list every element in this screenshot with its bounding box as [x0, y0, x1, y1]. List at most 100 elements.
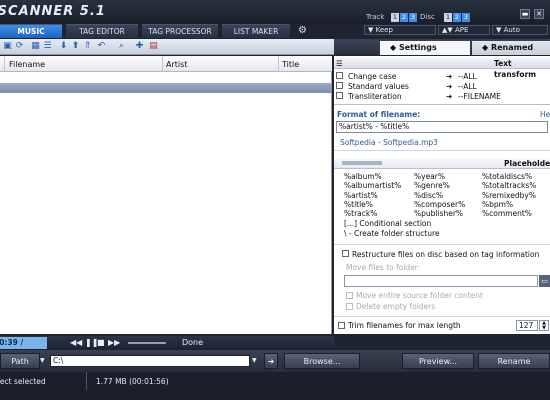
- arrow-down-icon: ▲▼: [442, 26, 455, 34]
- standard-values-checkbox[interactable]: [336, 82, 343, 89]
- restructure-checkbox[interactable]: [342, 250, 349, 259]
- divider: [334, 150, 550, 151]
- path-input[interactable]: C:\: [50, 355, 250, 367]
- placeholder-item[interactable]: %totaltracks%: [482, 181, 536, 190]
- folder-hint: \ - Create folder structure: [344, 229, 440, 238]
- placeholder-item[interactable]: %album%: [344, 172, 401, 181]
- grid-icon[interactable]: ▦: [30, 41, 41, 52]
- list-item[interactable]: Transliteration ➜ --FILENAME: [336, 92, 548, 102]
- delete-empty-label: Delete empty folders: [356, 302, 436, 311]
- transliteration-checkbox[interactable]: [336, 92, 343, 99]
- help-link[interactable]: Help: [540, 110, 550, 119]
- list-item[interactable]: Standard values ➜ --ALL: [336, 82, 548, 92]
- move-top-icon[interactable]: ⇑: [82, 41, 93, 52]
- tab-renamed[interactable]: ◆ Renamed: [472, 41, 550, 55]
- search-icon[interactable]: ⌕: [116, 41, 127, 52]
- conditional-hint: [...] Conditional section: [344, 219, 432, 228]
- path-select[interactable]: Path: [0, 353, 40, 369]
- menu-icon[interactable]: ☰: [336, 58, 343, 69]
- placeholder-item[interactable]: %publisher%: [414, 209, 465, 218]
- keep-value: Keep: [375, 26, 393, 34]
- track-selector[interactable]: 123: [391, 12, 418, 22]
- fast-forward-icon[interactable]: ▶▶: [108, 338, 120, 348]
- settings-gear-icon[interactable]: ⚙: [298, 25, 307, 36]
- tab-music-renamer[interactable]: Music Renamer: [0, 24, 62, 50]
- track-num-2[interactable]: 2: [400, 13, 408, 22]
- selected-status: 1 Object selected: [0, 377, 46, 386]
- preview-button[interactable]: Preview...: [402, 353, 474, 369]
- placeholder-item[interactable]: %albumartist%: [344, 181, 401, 190]
- tab-tag-editor[interactable]: Tag Editor: [66, 24, 138, 38]
- trim-stepper[interactable]: ▲ ▼: [539, 320, 549, 331]
- track-num-1[interactable]: 1: [391, 13, 399, 22]
- tools-icon[interactable]: ✚: [134, 41, 145, 52]
- time-display: 00:39 / 01:56: [0, 337, 47, 359]
- trim-length-input[interactable]: 127: [516, 320, 538, 331]
- disc-num-3[interactable]: 3: [462, 13, 470, 22]
- placeholder-item[interactable]: %year%: [414, 172, 465, 181]
- browse-folder-button[interactable]: ▭: [539, 275, 550, 287]
- refresh-icon[interactable]: ⟳: [14, 41, 25, 52]
- auto-select[interactable]: ▼ Auto: [492, 25, 548, 35]
- divider: [334, 316, 550, 317]
- image-icon[interactable]: ▤: [148, 41, 159, 52]
- change-case-checkbox[interactable]: [336, 72, 343, 79]
- move-folder-input[interactable]: [344, 275, 538, 287]
- column-artist[interactable]: Artist: [166, 60, 187, 69]
- placeholder-item[interactable]: %comment%: [482, 209, 536, 218]
- table-row[interactable]: [0, 83, 332, 93]
- placeholder-item[interactable]: %artist%: [344, 191, 401, 200]
- placeholder-item[interactable]: %track%: [344, 209, 401, 218]
- close-button[interactable]: ✕: [534, 9, 544, 19]
- column-separator: [278, 56, 279, 72]
- trim-checkbox[interactable]: [338, 322, 345, 331]
- tab-tag-processor[interactable]: Tag Processor: [142, 24, 218, 38]
- folder-icon[interactable]: ▣: [2, 41, 13, 52]
- track-num-3[interactable]: 3: [409, 13, 417, 22]
- disc-num-2[interactable]: 2: [453, 13, 461, 22]
- stop-icon[interactable]: ■: [97, 338, 105, 348]
- disc-selector[interactable]: 123: [444, 12, 471, 22]
- path-dropdown-icon[interactable]: ▼: [40, 355, 48, 367]
- column-filename[interactable]: Filename: [9, 60, 45, 69]
- collapse-icon[interactable]: [342, 161, 382, 165]
- placeholder-item[interactable]: %totaldiscs%: [482, 172, 536, 181]
- placeholder-item[interactable]: %title%: [344, 200, 401, 209]
- format-input[interactable]: %artist% - %title%: [336, 121, 548, 133]
- arrow-right-icon: ➜: [446, 92, 453, 101]
- tab-settings[interactable]: ◆ Settings: [380, 41, 470, 55]
- list-icon[interactable]: ☰: [42, 41, 53, 52]
- move-up-icon[interactable]: ⬆: [70, 41, 81, 52]
- rename-button[interactable]: Rename: [478, 353, 550, 369]
- column-title[interactable]: Title: [282, 60, 299, 69]
- placeholder-item[interactable]: %remixedby%: [482, 191, 536, 200]
- app-logo: GSCANNER 5.1: [0, 4, 106, 19]
- minimize-button[interactable]: ▬: [520, 9, 530, 19]
- keep-select[interactable]: ▼ Keep: [364, 25, 436, 35]
- path-history-icon[interactable]: ▼: [252, 355, 260, 367]
- divider: [334, 244, 550, 245]
- placeholder-item[interactable]: %composer%: [414, 200, 465, 209]
- ape-select[interactable]: ▲▼ APE: [438, 25, 490, 35]
- undo-icon[interactable]: ↶: [96, 41, 107, 52]
- delete-empty-checkbox[interactable]: [346, 303, 353, 312]
- disc-label: Disc: [420, 13, 435, 21]
- volume-slider[interactable]: [128, 342, 166, 344]
- title-bar: GSCANNER 5.1 Track 123 Disc 123 ▬ ✕: [0, 0, 550, 24]
- move-entire-checkbox[interactable]: [346, 292, 353, 301]
- go-button[interactable]: ➜: [264, 353, 278, 369]
- placeholder-item[interactable]: %disc%: [414, 191, 465, 200]
- disc-num-1[interactable]: 1: [444, 13, 452, 22]
- move-down-icon[interactable]: ⬇: [58, 41, 69, 52]
- file-list[interactable]: Filename Artist Title: [0, 56, 332, 334]
- list-item[interactable]: Change case ➜ --ALL: [336, 72, 548, 82]
- browse-button[interactable]: Browse...: [284, 353, 360, 369]
- trim-label: Trim filenames for max length: [348, 321, 461, 330]
- ape-value: APE: [455, 26, 469, 34]
- rewind-icon[interactable]: ◀◀: [70, 338, 82, 348]
- placeholders-col2: %year% %genre% %disc% %composer% %publis…: [414, 172, 465, 218]
- tab-list-maker[interactable]: List Maker: [222, 24, 290, 38]
- placeholder-item[interactable]: %genre%: [414, 181, 465, 190]
- arrow-right-icon: ➜: [267, 357, 275, 366]
- placeholder-item[interactable]: %bpm%: [482, 200, 536, 209]
